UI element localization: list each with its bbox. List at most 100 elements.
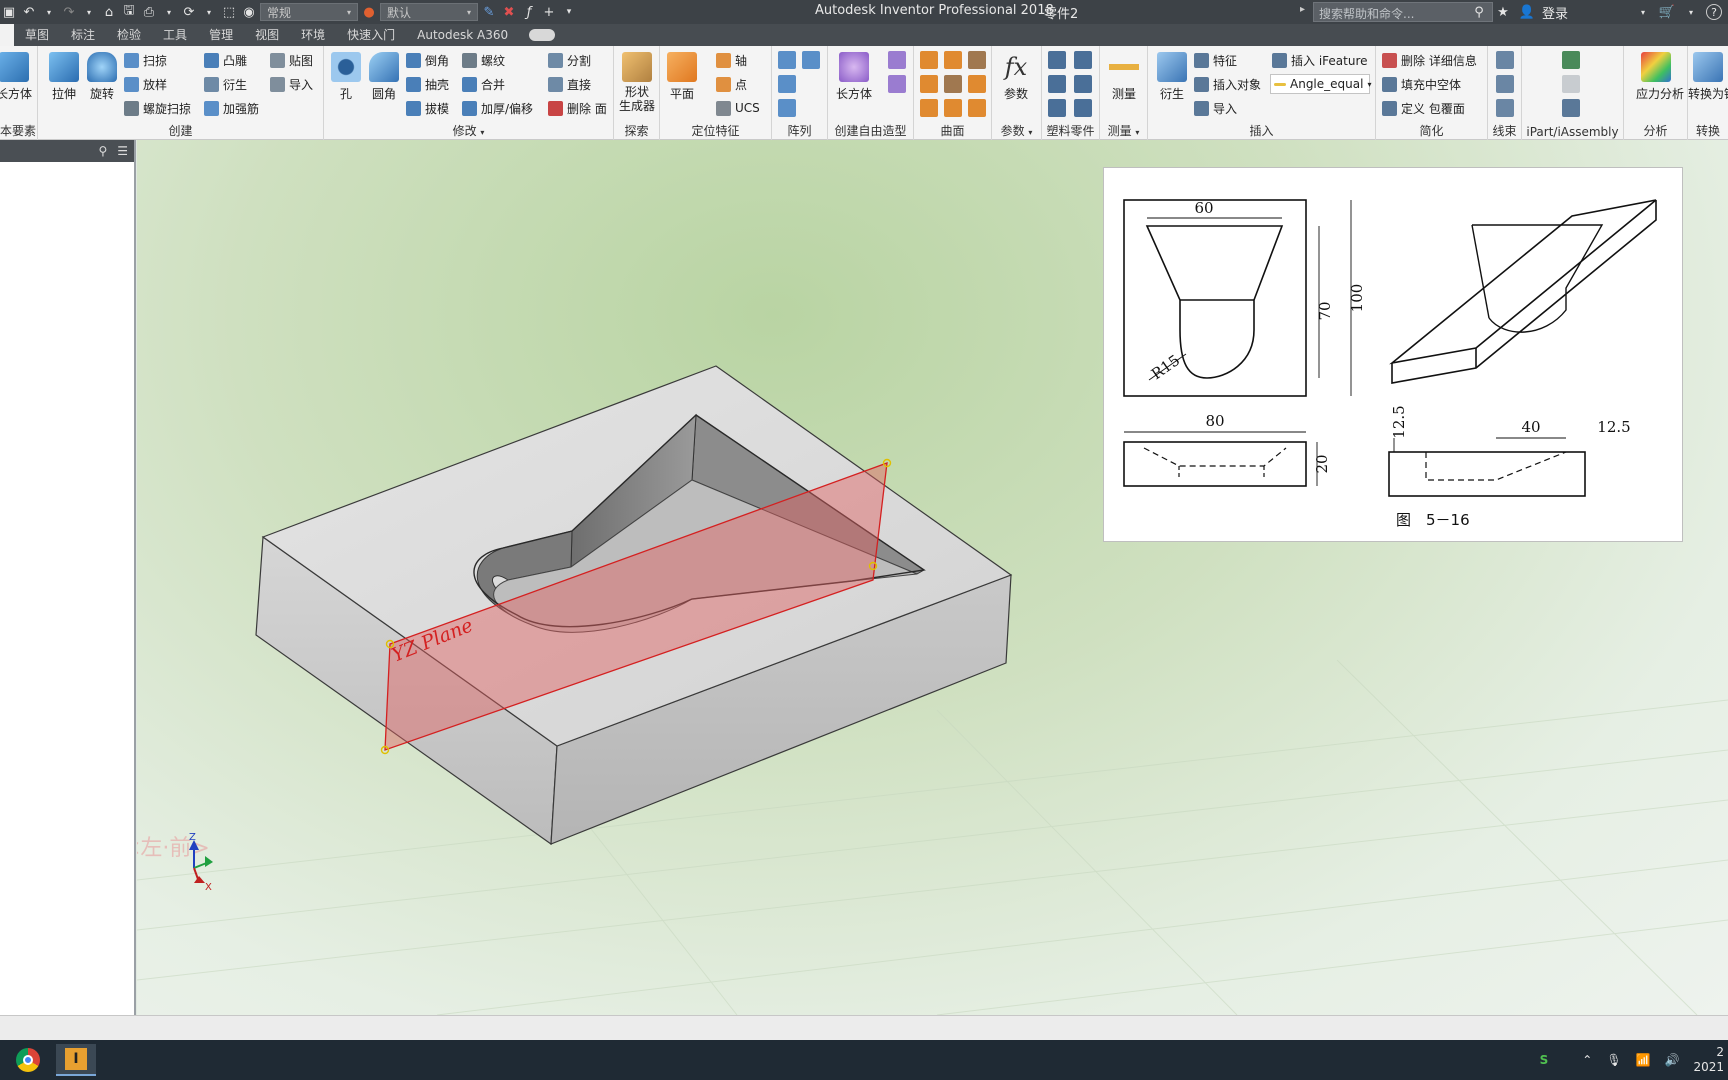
fx-icon[interactable]: ƒ bbox=[520, 3, 538, 21]
box-button[interactable]: 长方体 bbox=[0, 52, 34, 102]
inventor-taskbar-button[interactable]: I bbox=[56, 1044, 96, 1076]
dropdown-icon[interactable]: ▾ bbox=[1682, 3, 1700, 21]
point-button[interactable]: 点 bbox=[716, 74, 747, 94]
extend-icon[interactable] bbox=[944, 75, 962, 93]
volume-icon[interactable]: 🔊 bbox=[1665, 1053, 1680, 1067]
tab-5[interactable]: 视图 bbox=[244, 24, 290, 46]
tab-4[interactable]: 管理 bbox=[198, 24, 244, 46]
fillet-button[interactable]: 圆角 bbox=[364, 52, 404, 102]
update-icon[interactable]: ⟳ bbox=[180, 3, 198, 21]
undo-icon[interactable]: ↶ bbox=[20, 3, 38, 21]
derive-button[interactable]: 衍生 bbox=[204, 74, 247, 94]
emboss-button[interactable]: 凸雕 bbox=[204, 50, 247, 70]
harness-icon-1[interactable] bbox=[1496, 51, 1514, 69]
menu-icon[interactable]: ☰ bbox=[117, 144, 128, 158]
tab-8[interactable]: Autodesk A360 bbox=[406, 24, 519, 46]
revolve-button[interactable]: 旋转 bbox=[82, 52, 122, 102]
freeform-convert-icon[interactable] bbox=[888, 75, 906, 93]
coil-button[interactable]: 螺旋扫掠 bbox=[124, 98, 191, 118]
login-link[interactable]: 登录 bbox=[1542, 3, 1568, 22]
derive-insert-button[interactable]: 衍生 bbox=[1152, 52, 1192, 102]
parameters-button[interactable]: fx 参数 bbox=[996, 52, 1036, 102]
rest-icon[interactable] bbox=[1074, 75, 1092, 93]
freeform-box-button[interactable]: 长方体 bbox=[834, 52, 874, 102]
circ-pattern-icon[interactable] bbox=[778, 75, 796, 93]
clear-icon[interactable]: ✖ bbox=[500, 3, 518, 21]
microphone-icon[interactable]: 🎙 bbox=[1606, 1053, 1621, 1067]
boundary-icon[interactable] bbox=[920, 99, 938, 117]
import-button[interactable]: 导入 bbox=[270, 74, 313, 94]
replace-icon[interactable] bbox=[944, 99, 962, 117]
tab-1[interactable]: 标注 bbox=[60, 24, 106, 46]
stress-analysis-button[interactable]: 应力分析 bbox=[1636, 52, 1684, 102]
dropdown-icon[interactable]: ▾ bbox=[1634, 3, 1652, 21]
tab-2[interactable]: 检验 bbox=[106, 24, 152, 46]
repair-icon[interactable] bbox=[968, 99, 986, 117]
mirror-icon[interactable] bbox=[802, 51, 820, 69]
home-icon[interactable]: ⌂ bbox=[100, 3, 118, 21]
adjust-icon[interactable]: ✎ bbox=[480, 3, 498, 21]
delete-face-button[interactable]: 删除 面 bbox=[548, 98, 607, 118]
harness-icon-2[interactable] bbox=[1496, 75, 1514, 93]
loft-button[interactable]: 放样 bbox=[124, 74, 167, 94]
split-button[interactable]: 分割 bbox=[548, 50, 591, 70]
help-icon[interactable]: ? bbox=[1706, 4, 1722, 20]
shape-generator-button[interactable]: 形状 生成器 bbox=[617, 52, 657, 113]
shell-button[interactable]: 抽壳 bbox=[406, 74, 449, 94]
redo-icon[interactable]: ↷ bbox=[60, 3, 78, 21]
fill-void-button[interactable]: 填充中空体 bbox=[1382, 74, 1461, 94]
save-icon[interactable]: 🖫 bbox=[120, 3, 138, 21]
tab-7[interactable]: 快速入门 bbox=[336, 24, 406, 46]
draft-button[interactable]: 拔模 bbox=[406, 98, 449, 118]
customize-icon[interactable]: ▾ bbox=[560, 3, 578, 21]
chevron-up-icon[interactable]: ⌃ bbox=[1582, 1053, 1592, 1067]
viewcube-watermark[interactable]: <左·前> bbox=[137, 836, 210, 861]
tab-3[interactable]: 工具 bbox=[152, 24, 198, 46]
ucs-button[interactable]: UCS bbox=[716, 98, 760, 118]
tab-6[interactable]: 环境 bbox=[290, 24, 336, 46]
snap-fit-icon[interactable] bbox=[1074, 51, 1092, 69]
appearance-icon[interactable]: ● bbox=[360, 3, 378, 21]
axis-button[interactable]: 轴 bbox=[716, 50, 747, 70]
panel-expand-icon[interactable]: ▾ bbox=[480, 128, 484, 137]
table-icon[interactable] bbox=[1562, 51, 1580, 69]
measure-button[interactable]: 测量 bbox=[1104, 52, 1144, 102]
print-icon[interactable]: ⎙ bbox=[140, 3, 158, 21]
dropdown-icon[interactable]: ▾ bbox=[40, 3, 58, 21]
binoculars-icon[interactable]: ⚲ bbox=[1470, 3, 1488, 21]
sketch-pattern-icon[interactable] bbox=[778, 99, 796, 117]
define-envelope-button[interactable]: 定义 包覆面 bbox=[1382, 98, 1465, 118]
delete-detail-button[interactable]: 删除 详细信息 bbox=[1382, 50, 1477, 70]
search-input[interactable]: 搜索帮助和命令... bbox=[1313, 2, 1493, 22]
chamfer-button[interactable]: 倒角 bbox=[406, 50, 449, 70]
expand-icon[interactable]: ▸ bbox=[1300, 4, 1305, 15]
thicken-button[interactable]: 加厚/偏移 bbox=[462, 98, 533, 118]
decal-button[interactable]: 贴图 bbox=[270, 50, 313, 70]
cart-icon[interactable]: 🛒 bbox=[1658, 3, 1676, 21]
ruled-icon[interactable] bbox=[968, 75, 986, 93]
search-icon[interactable]: ⚲ bbox=[98, 144, 107, 158]
tab-overflow-toggle[interactable] bbox=[529, 29, 556, 41]
lip-icon[interactable] bbox=[1048, 99, 1066, 117]
material-combo[interactable]: 常规 ▾ bbox=[260, 3, 358, 21]
insert-object-button[interactable]: 插入对象 bbox=[1194, 74, 1261, 94]
star-icon[interactable]: ★ bbox=[1494, 3, 1512, 21]
combine-button[interactable]: 合并 bbox=[462, 74, 505, 94]
ifeature-combo[interactable]: Angle_equal ▾ bbox=[1270, 74, 1371, 94]
thread-button[interactable]: 螺纹 bbox=[462, 50, 505, 70]
rule-fillet-icon[interactable] bbox=[1074, 99, 1092, 117]
convert-sheet-button[interactable]: 转换为钣 bbox=[1688, 52, 1728, 102]
app-menu-icon[interactable]: ▣ bbox=[0, 3, 18, 21]
wifi-icon[interactable]: 📶 bbox=[1636, 1053, 1651, 1067]
sogou-icon[interactable]: S bbox=[1540, 1053, 1549, 1067]
select-icon[interactable]: ⬚ bbox=[220, 3, 238, 21]
hole-button[interactable]: 孔 bbox=[326, 52, 366, 102]
graphics-viewport[interactable]: YZ Plane <左·前> Z X bbox=[137, 140, 1728, 1015]
user-icon[interactable]: 👤 bbox=[1518, 3, 1536, 21]
panel-expand-icon[interactable]: ▾ bbox=[1135, 128, 1139, 137]
harness-icon-3[interactable] bbox=[1496, 99, 1514, 117]
panel-expand-icon[interactable]: ▾ bbox=[1028, 128, 1032, 137]
grill-icon[interactable] bbox=[1048, 51, 1066, 69]
extrude-button[interactable]: 拉伸 bbox=[44, 52, 84, 102]
ifeature-button[interactable]: 插入 iFeature bbox=[1272, 50, 1368, 70]
